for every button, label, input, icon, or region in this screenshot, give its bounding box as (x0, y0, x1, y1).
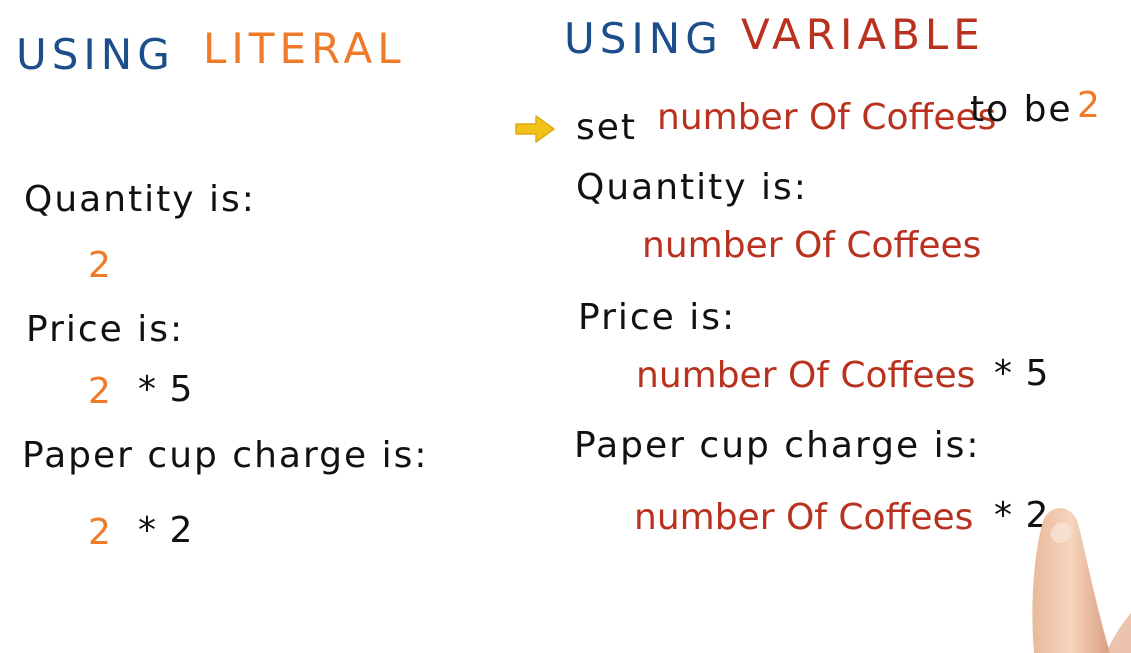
finger-pointer-icon (1032, 508, 1131, 653)
left-cup-number: 2 (88, 512, 112, 553)
left-cup-label: Paper cup charge is: (22, 435, 429, 476)
left-price-number: 2 (88, 371, 112, 412)
right-price-rest: * 5 (994, 353, 1050, 394)
right-price-label: Price is: (578, 297, 737, 338)
set-prefix: set (576, 107, 638, 148)
right-cup-label: Paper cup charge is: (574, 425, 981, 466)
arrow-right-icon (515, 115, 555, 143)
right-heading-using: USING (564, 14, 723, 63)
left-price-label: Price is: (26, 309, 185, 350)
right-quantity-label: Quantity is: (576, 167, 808, 208)
left-price-rest: * 5 (138, 369, 194, 410)
set-variable: number Of Coffees (657, 97, 997, 138)
left-quantity-label: Quantity is: (24, 179, 256, 220)
right-cup-variable: number Of Coffees (634, 497, 974, 538)
right-price-variable: number Of Coffees (636, 355, 976, 396)
left-quantity-value: 2 (88, 245, 112, 286)
left-heading-literal: LITERAL (203, 24, 406, 73)
left-cup-rest: * 2 (138, 510, 194, 551)
left-heading-using: USING (16, 30, 175, 79)
set-middle: to be (970, 89, 1073, 130)
right-quantity-variable: number Of Coffees (642, 225, 982, 266)
right-heading-variable: VARIABLE (741, 10, 985, 59)
set-value: 2 (1077, 85, 1101, 126)
